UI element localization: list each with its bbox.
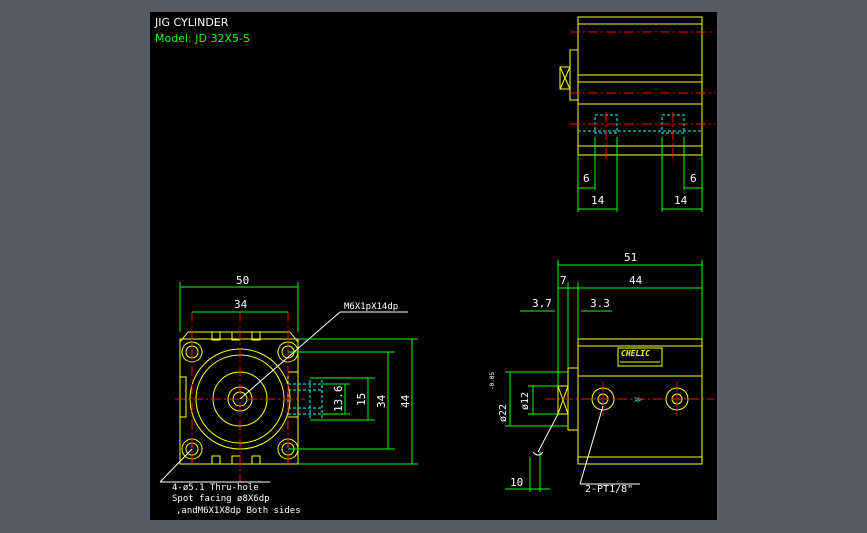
front-view: 50 34 44 34 15 13.6 M6X1pX14dp 4-ø5.1 Th…	[159, 274, 418, 516]
hole-note-3: ,andM6X1X8dp Both sides	[176, 506, 301, 516]
front-dim-width-inner: 34	[234, 298, 248, 311]
side-dim-bore: ø22	[498, 404, 509, 422]
top-dim-right-6: 6	[690, 172, 697, 185]
front-notch-left	[179, 376, 187, 418]
side-dim-overall: 51	[624, 251, 637, 264]
thread-leader	[239, 311, 341, 400]
side-view: CHELIC ≫ 51 7 44 3.7 3.3 ø22 -0.05 ø12 1…	[489, 251, 715, 495]
side-thread-detail	[532, 451, 544, 456]
side-dim-body: 44	[629, 274, 643, 287]
top-dim-left-14: 14	[591, 194, 605, 207]
top-dim-right-14: 14	[674, 194, 688, 207]
hole-note-1: 4-ø5.1 Thru-hole	[172, 483, 259, 493]
port-callout: 2-PT1/8"	[585, 484, 633, 495]
front-dim-port-15: 15	[355, 393, 368, 406]
front-notch-bot-1	[211, 455, 221, 465]
side-dim-tolerance: -0.05	[489, 372, 496, 390]
side-dim-rod: 7	[560, 274, 567, 287]
top-view: 6 14 6 14	[559, 16, 715, 212]
cad-drawing: JIG CYLINDER Model: JD 32X5-S 6 14 6 14 …	[154, 16, 715, 516]
top-dim-left-6: 6	[583, 172, 590, 185]
front-dim-height-inner: 34	[375, 394, 388, 408]
front-dim-port-13-6: 13.6	[332, 386, 345, 413]
front-dim-height-outer: 44	[399, 394, 412, 408]
side-dim-10: 10	[510, 476, 523, 489]
model-label: Model: JD 32X5-S	[155, 32, 250, 45]
side-dim-3-3: 3.3	[590, 297, 610, 310]
side-thread-leader	[537, 413, 559, 453]
brand-label: CHELIC	[621, 349, 650, 358]
top-view-body	[577, 16, 703, 156]
front-notch-bot-2	[231, 455, 241, 465]
port-leader	[579, 405, 604, 485]
front-notch-bot-3	[251, 455, 261, 465]
thread-callout: M6X1pX14dp	[344, 302, 398, 312]
drawing-title: JIG CYLINDER	[154, 16, 229, 29]
front-dim-width-outer: 50	[236, 274, 249, 287]
hole-note-2: Spot facing ø8X6dp	[172, 494, 270, 504]
hole-note-leader	[159, 448, 193, 483]
side-dim-3-7: 3.7	[532, 297, 552, 310]
side-dim-rod-dia: ø12	[520, 392, 531, 410]
cad-drawing-canvas: JIG CYLINDER Model: JD 32X5-S 6 14 6 14 …	[150, 12, 717, 520]
